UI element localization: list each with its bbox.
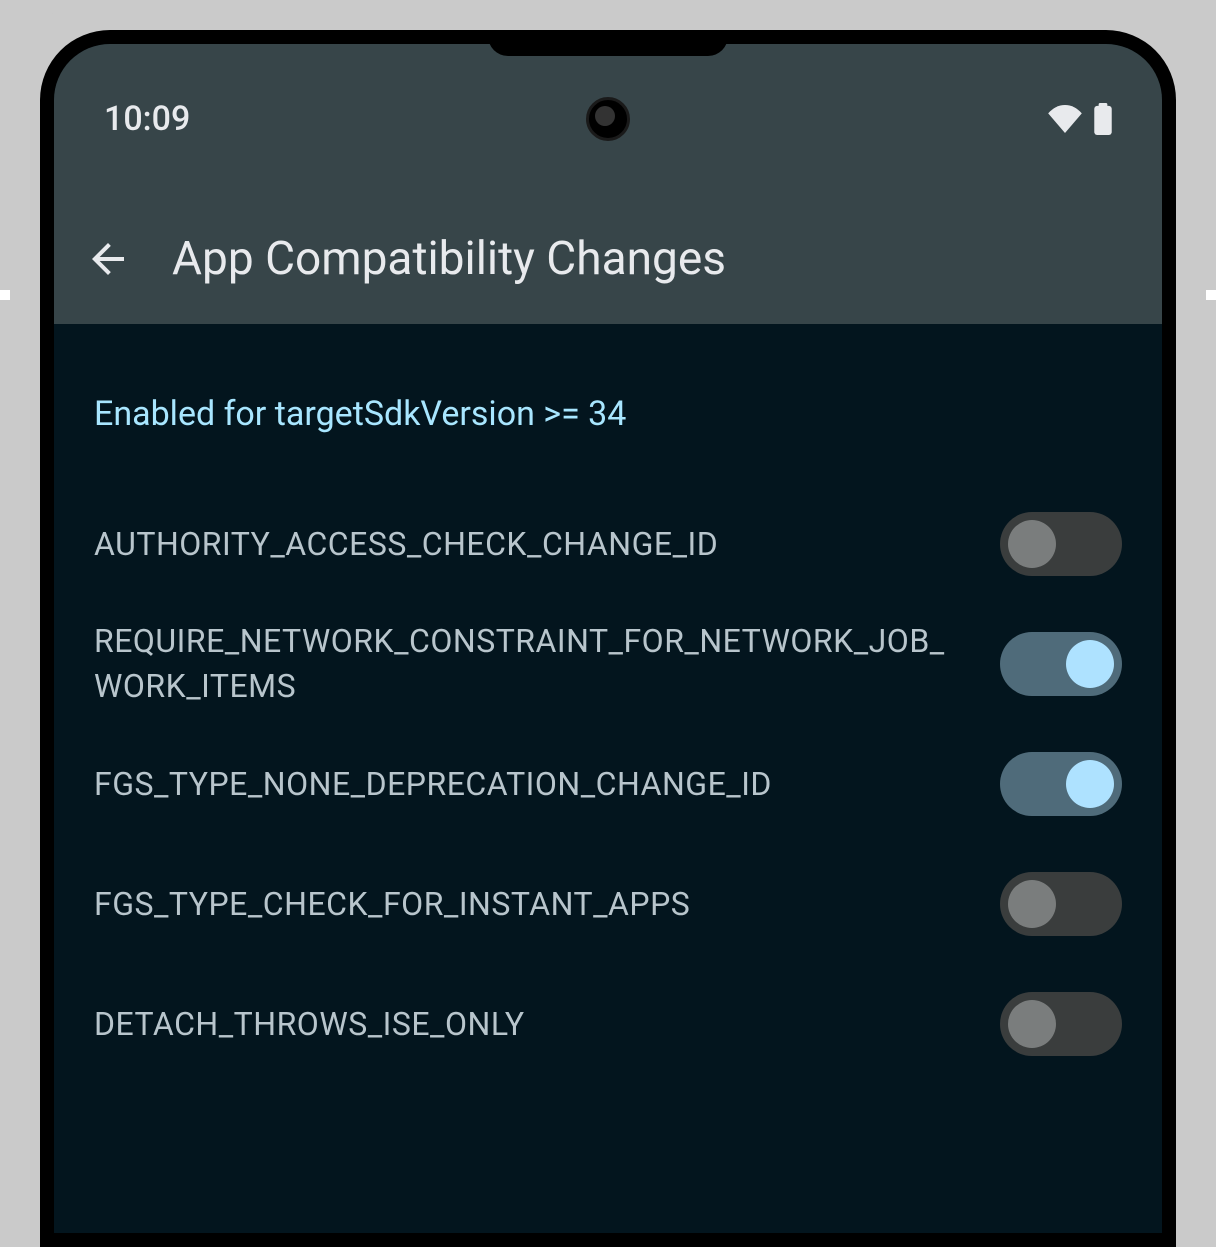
status-time: 10:09 (104, 99, 190, 139)
screen: 10:09 App Compatib (54, 44, 1162, 1233)
toggle-switch[interactable] (1000, 632, 1122, 696)
status-icons (1048, 103, 1112, 135)
toggle-row[interactable]: FGS_TYPE_NONE_DEPRECATION_CHANGE_ID (94, 724, 1122, 844)
page-title: App Compatibility Changes (172, 232, 726, 286)
device-side-button (1206, 560, 1216, 760)
toggle-switch[interactable] (1000, 992, 1122, 1056)
toggle-label: DETACH_THROWS_ISE_ONLY (94, 1002, 970, 1047)
app-bar: App Compatibility Changes (54, 194, 1162, 324)
toggle-label: REQUIRE_NETWORK_CONSTRAINT_FOR_NETWORK_J… (94, 619, 970, 709)
toggle-row[interactable]: REQUIRE_NETWORK_CONSTRAINT_FOR_NETWORK_J… (94, 604, 1122, 724)
toggle-row[interactable]: FGS_TYPE_CHECK_FOR_INSTANT_APPS (94, 844, 1122, 964)
toggle-switch[interactable] (1000, 872, 1122, 936)
toggle-switch[interactable] (1000, 752, 1122, 816)
section-header: Enabled for targetSdkVersion >= 34 (94, 394, 1122, 434)
toggle-row[interactable]: AUTHORITY_ACCESS_CHECK_CHANGE_ID (94, 484, 1122, 604)
toggle-label: FGS_TYPE_CHECK_FOR_INSTANT_APPS (94, 882, 970, 927)
speaker-notch (488, 30, 728, 56)
status-bar: 10:09 (54, 44, 1162, 194)
toggle-row[interactable]: DETACH_THROWS_ISE_ONLY (94, 964, 1122, 1084)
toggle-switch[interactable] (1000, 512, 1122, 576)
wifi-icon (1048, 105, 1082, 133)
device-frame: 10:09 App Compatib (10, 0, 1206, 1247)
toggle-label: AUTHORITY_ACCESS_CHECK_CHANGE_ID (94, 522, 970, 567)
camera-hole (586, 97, 630, 141)
back-arrow-icon[interactable] (84, 235, 132, 283)
battery-icon (1094, 103, 1112, 135)
toggle-label: FGS_TYPE_NONE_DEPRECATION_CHANGE_ID (94, 762, 970, 807)
toggle-list: AUTHORITY_ACCESS_CHECK_CHANGE_ID REQUIRE_… (94, 484, 1122, 1084)
content-area: Enabled for targetSdkVersion >= 34 AUTHO… (54, 324, 1162, 1084)
